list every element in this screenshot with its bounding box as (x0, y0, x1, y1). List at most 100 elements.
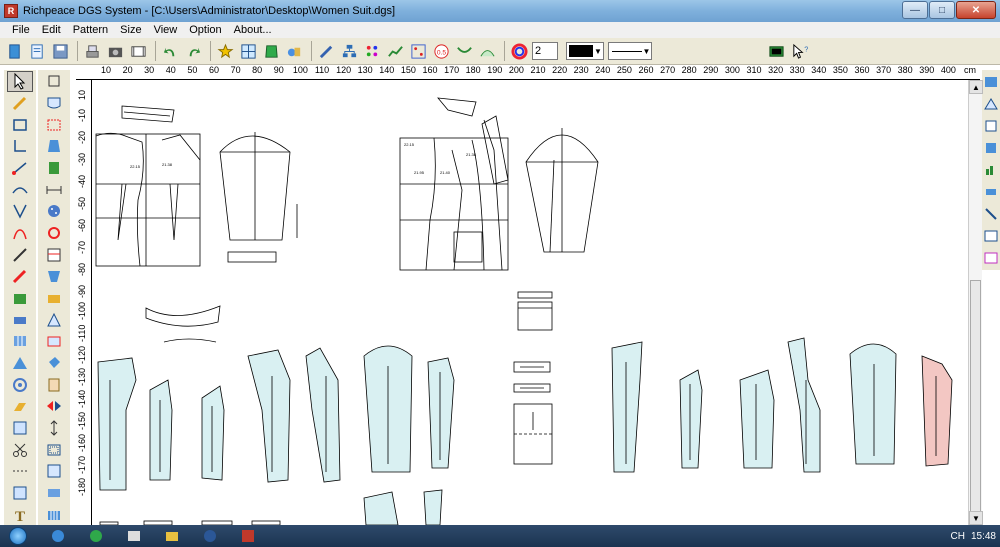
drill-tool[interactable] (983, 182, 999, 202)
clock[interactable]: 15:48 (971, 531, 996, 542)
curve-tool[interactable] (7, 179, 33, 200)
scroll-down-button[interactable]: ▼ (969, 511, 983, 525)
shirt-block-tool[interactable] (983, 138, 999, 158)
color-dots-button[interactable] (362, 41, 383, 62)
layout-tool[interactable] (983, 226, 999, 246)
grain-line-tool[interactable] (41, 418, 67, 439)
fan-tool[interactable] (7, 353, 33, 374)
sleeve-tool[interactable] (41, 266, 67, 287)
taskbar-app-explorer[interactable] (80, 526, 112, 546)
menu-pattern[interactable]: Pattern (67, 24, 114, 36)
line-width-input[interactable] (532, 42, 558, 60)
new-file-button[interactable] (4, 41, 25, 62)
save-button[interactable] (50, 41, 71, 62)
scroll-thumb[interactable] (970, 280, 981, 540)
grade-rule-button[interactable] (215, 41, 236, 62)
brush-button[interactable] (316, 41, 337, 62)
redo-button[interactable] (183, 41, 204, 62)
cut-tool[interactable] (7, 439, 33, 460)
menu-size[interactable]: Size (114, 24, 147, 36)
pleat-tool[interactable] (7, 331, 33, 352)
menu-about[interactable]: About... (228, 24, 278, 36)
line-style-select[interactable]: ▼ (608, 42, 652, 60)
scallop-tool[interactable] (41, 114, 67, 135)
marker-tool[interactable] (983, 204, 999, 224)
corner-tool[interactable] (41, 461, 67, 482)
sewing-machine-tool[interactable] (7, 309, 33, 330)
scissors-curve-tool[interactable] (7, 223, 33, 244)
grid-button[interactable] (238, 41, 259, 62)
fold-button[interactable] (454, 41, 475, 62)
offset-button[interactable]: 0.5 (431, 41, 452, 62)
pleat-arrow-tool[interactable] (41, 504, 67, 525)
taskbar-app-ie[interactable] (42, 526, 74, 546)
taskbar-app-word[interactable] (194, 526, 226, 546)
spiral-tool[interactable] (7, 374, 33, 395)
darts-triangle-tool[interactable] (41, 309, 67, 330)
start-button[interactable] (0, 525, 36, 547)
richpeace-app-icon[interactable]: R (4, 4, 18, 18)
pattern-canvas[interactable]: 22.15 21.38 22.15 21.38 21.95 21.40 (92, 80, 970, 525)
paint-bucket-tool[interactable] (41, 353, 67, 374)
shape-alt-tool[interactable] (983, 116, 999, 136)
hole-tool[interactable] (41, 223, 67, 244)
camera-button[interactable] (105, 41, 126, 62)
vertical-scrollbar[interactable]: ▲ ▼ (968, 80, 983, 540)
hierarchy-button[interactable] (339, 41, 360, 62)
flip-tool[interactable] (41, 396, 67, 417)
chart-tool[interactable] (983, 160, 999, 180)
seam-allowance-tool[interactable] (7, 483, 33, 504)
select-arrow-tool[interactable] (7, 71, 33, 92)
print-button[interactable] (82, 41, 103, 62)
input-language[interactable]: CH (951, 531, 965, 542)
collar-tool[interactable] (41, 158, 67, 179)
arc-button[interactable] (477, 41, 498, 62)
piece-cut-tool[interactable] (7, 288, 33, 309)
shape-tool[interactable] (983, 94, 999, 114)
piece-fill-button[interactable] (261, 41, 282, 62)
open-file-button[interactable] (27, 41, 48, 62)
select-point-tool[interactable] (41, 71, 67, 92)
dashed-line-tool[interactable] (7, 461, 33, 482)
menu-file[interactable]: File (6, 24, 36, 36)
button-distance-tool[interactable] (41, 179, 67, 200)
view-tool[interactable] (983, 248, 999, 268)
menu-option[interactable]: Option (183, 24, 227, 36)
help-cursor-button[interactable]: ? (789, 41, 810, 62)
rectangle-tool[interactable] (7, 114, 33, 135)
menu-edit[interactable]: Edit (36, 24, 67, 36)
buttons-tool[interactable] (41, 201, 67, 222)
undo-button[interactable] (160, 41, 181, 62)
scroll-up-button[interactable]: ▲ (969, 80, 983, 94)
film-button[interactable] (766, 41, 787, 62)
color-wheel-button[interactable] (509, 41, 530, 62)
dart-tool[interactable] (7, 201, 33, 222)
taskbar-app-folder[interactable] (156, 526, 188, 546)
taskbar-app-media[interactable] (118, 526, 150, 546)
measure-button[interactable] (284, 41, 305, 62)
notch-tool[interactable] (41, 331, 67, 352)
right-angle-tool[interactable] (7, 136, 33, 157)
digitizer-button[interactable] (128, 41, 149, 62)
pocket-tool[interactable] (41, 93, 67, 114)
text-tool[interactable]: T (7, 504, 33, 525)
ruler-pen-tool[interactable] (7, 266, 33, 287)
menu-view[interactable]: View (148, 24, 184, 36)
mirror-tool[interactable] (7, 418, 33, 439)
stripe-tool[interactable] (41, 244, 67, 265)
shirt-tool[interactable] (41, 136, 67, 157)
knife-tool[interactable] (7, 244, 33, 265)
maximize-button[interactable]: □ (929, 1, 955, 19)
pencil-tool[interactable] (7, 93, 33, 114)
taskbar-app-dgs[interactable] (232, 526, 264, 546)
minimize-button[interactable]: — (902, 1, 928, 19)
close-button[interactable]: ✕ (956, 1, 996, 19)
tilt-hand-tool[interactable] (7, 396, 33, 417)
line-chart-button[interactable] (385, 41, 406, 62)
facing-tool[interactable] (41, 288, 67, 309)
hem-tool[interactable] (41, 483, 67, 504)
pen-color-select[interactable]: ▼ (566, 42, 604, 60)
piece-list-tool[interactable] (983, 72, 999, 92)
fold-hand-tool[interactable] (41, 374, 67, 395)
measure-line-tool[interactable] (7, 158, 33, 179)
